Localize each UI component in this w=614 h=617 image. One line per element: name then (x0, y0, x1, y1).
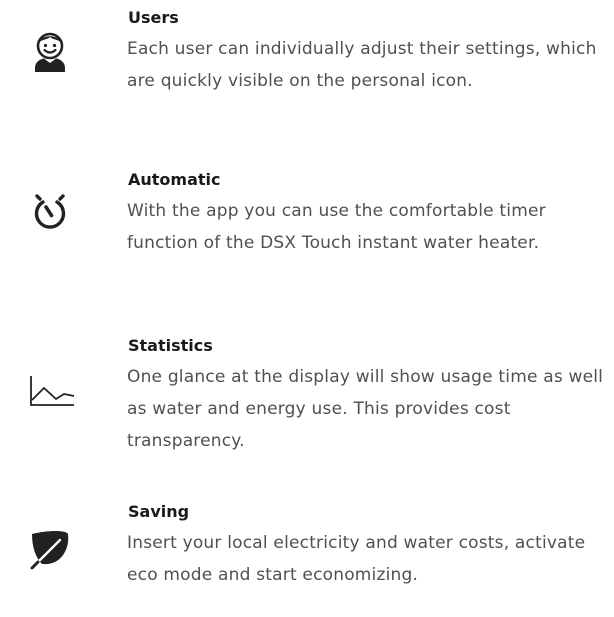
feature-title: Saving (128, 502, 190, 521)
timer-icon (22, 188, 78, 244)
feature-description: Insert your local electricity and water … (127, 533, 586, 585)
leaf-icon (22, 522, 78, 578)
line-chart-icon (22, 366, 78, 422)
feature-description: One glance at the display will show usag… (127, 367, 604, 451)
feature-title: Automatic (128, 170, 221, 189)
feature-title: Users (128, 8, 179, 27)
feature-title: Statistics (128, 336, 213, 355)
feature-description: With the app you can use the comfortable… (127, 201, 546, 253)
user-avatar-icon (22, 24, 78, 80)
feature-description: Each user can individually adjust their … (127, 39, 597, 91)
